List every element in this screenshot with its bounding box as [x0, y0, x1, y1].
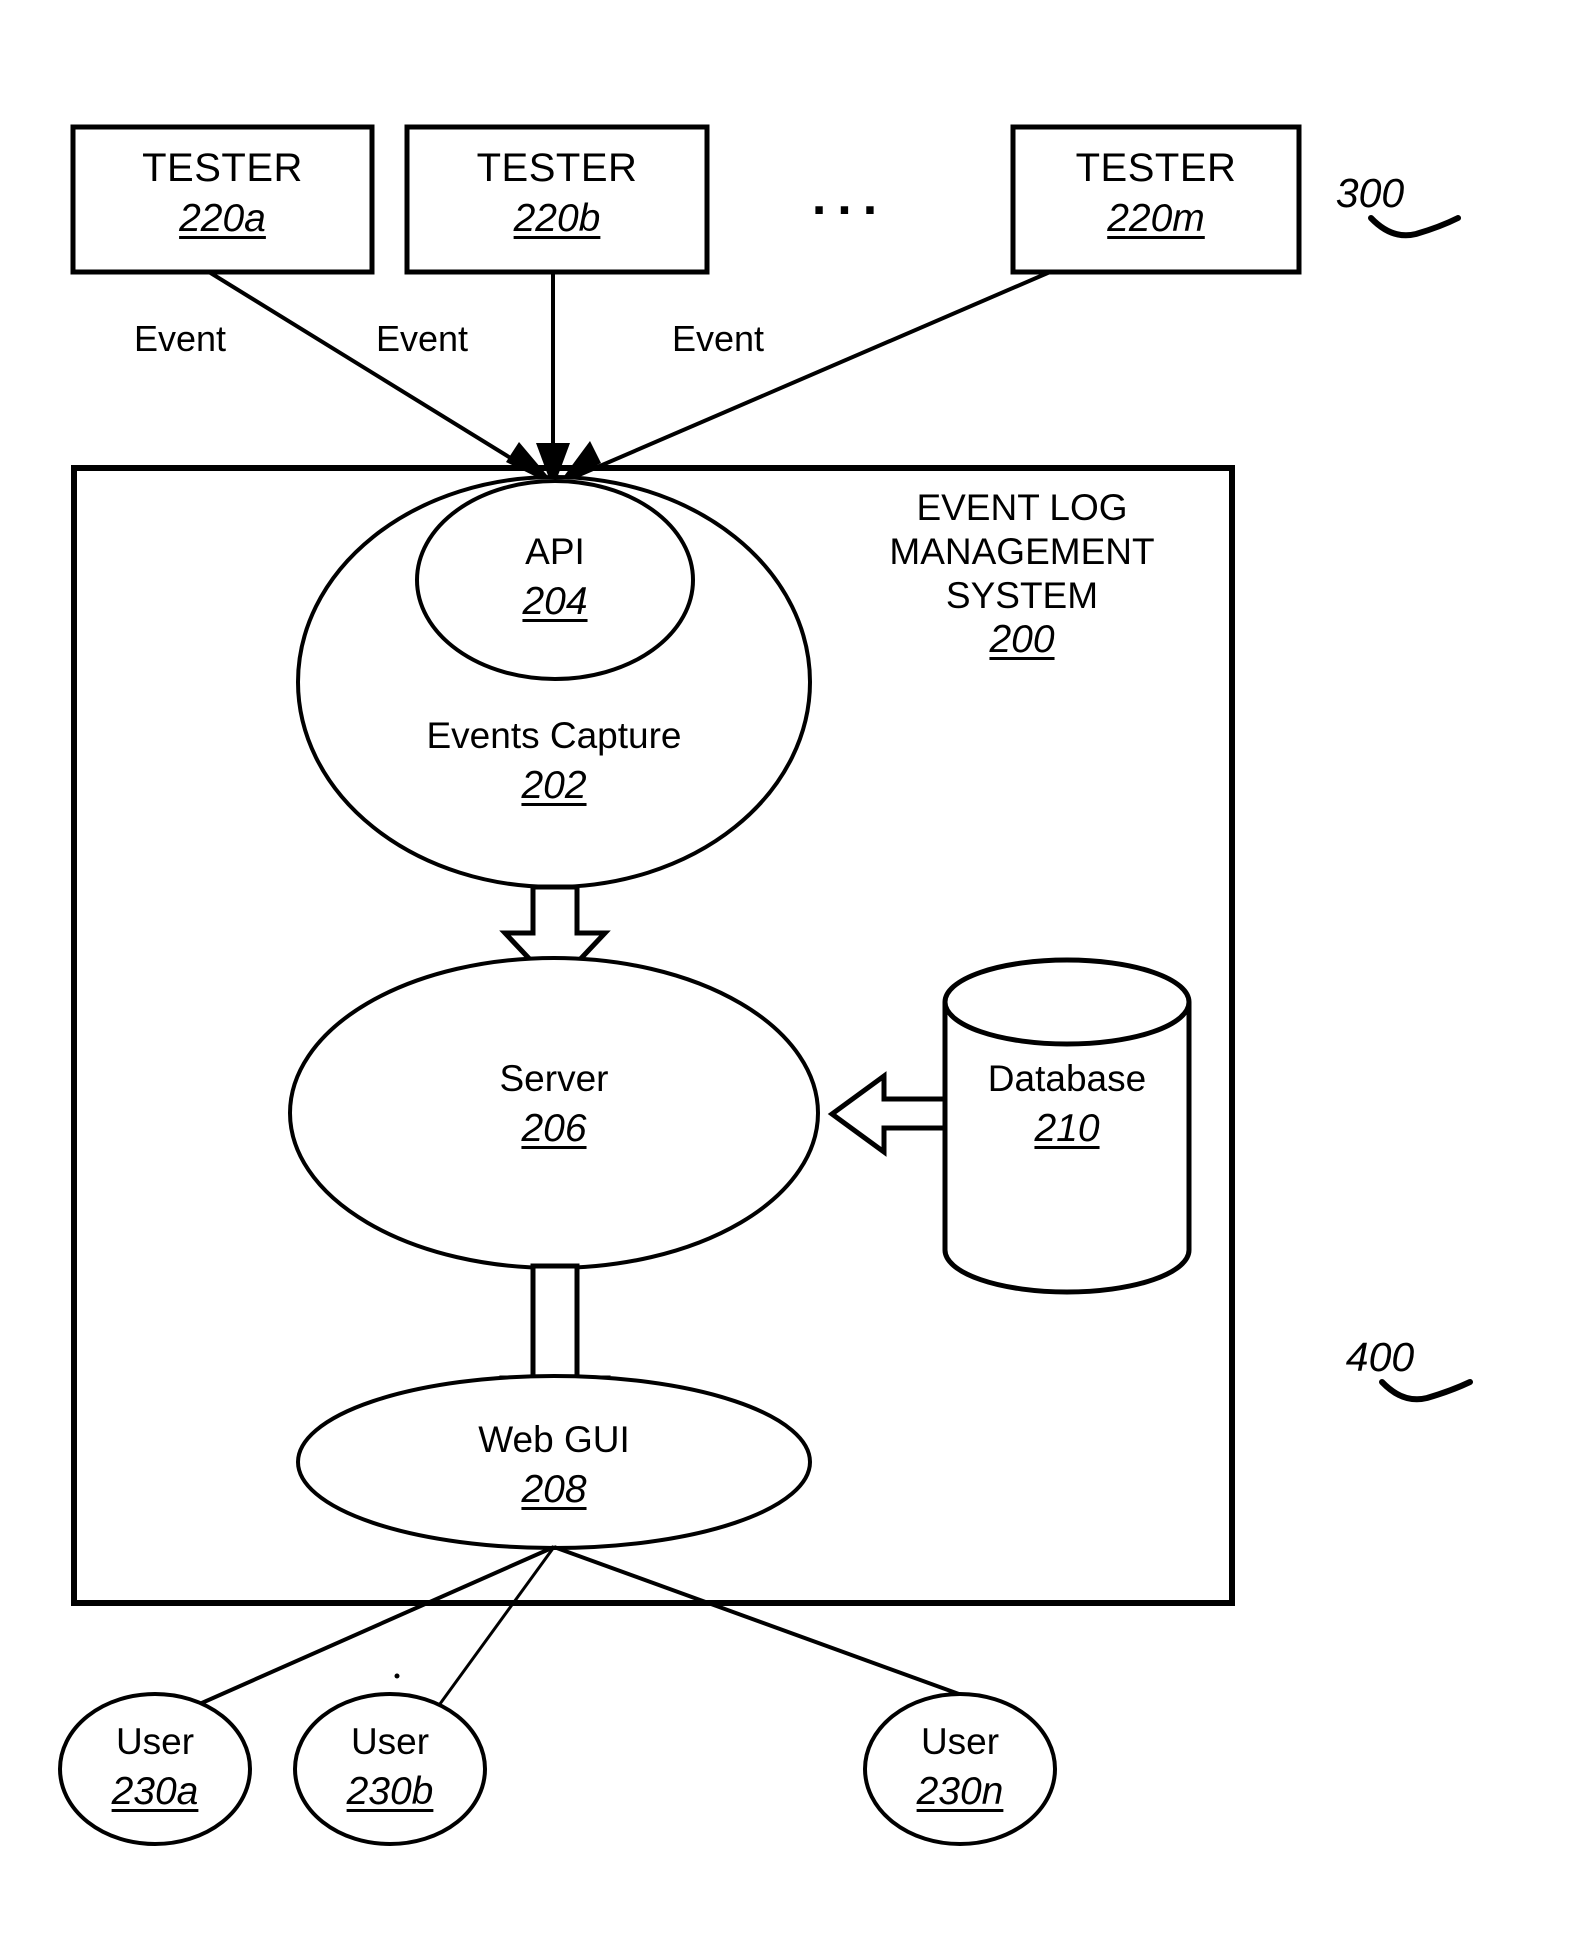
web-gui-label: Web GUI: [478, 1419, 630, 1460]
tester-label-220b: TESTER: [476, 146, 638, 190]
event-label-220b: Event: [375, 318, 469, 359]
database-label: Database: [987, 1058, 1147, 1099]
user-ellipse-230b: [293, 1692, 487, 1846]
ref-300-squiggle: [1368, 215, 1461, 239]
figure-ref-400: 400: [1345, 1334, 1415, 1380]
user-ref-230n: 230n: [916, 1770, 1004, 1813]
user-label-230a: User: [115, 1721, 195, 1762]
event-label-220a: Event: [133, 318, 227, 359]
api-ref-204: 204: [522, 580, 588, 623]
tester-ellipsis: ...: [811, 168, 889, 226]
event-line-220a: [207, 270, 557, 487]
events-capture-ref-202: 202: [521, 764, 587, 807]
tester-ref-220b: 220b: [513, 197, 601, 240]
scan-speck: [394, 1673, 400, 1679]
api-label: API: [525, 531, 585, 572]
user-ref-230a: 230a: [111, 1770, 199, 1813]
tester-ref-220m: 220m: [1107, 197, 1205, 240]
server-ref-206: 206: [521, 1107, 587, 1150]
web-gui-ellipse: [296, 1374, 812, 1550]
user-ellipse-230n: [863, 1692, 1057, 1846]
database-ref-210: 210: [1034, 1107, 1100, 1150]
diagram-vector-layer: [58, 124, 1473, 1846]
user-ellipse-230a: [58, 1692, 252, 1846]
server-label: Server: [499, 1058, 609, 1099]
system-title-line1: EVENT LOG: [916, 487, 1128, 528]
event-line-220m: [556, 270, 1051, 487]
user-label-230b: User: [350, 1721, 430, 1762]
system-ref-200: 200: [989, 618, 1055, 661]
user-label-230n: User: [920, 1721, 1000, 1762]
web-gui-ref-208: 208: [521, 1468, 587, 1511]
event-label-220m: Event: [671, 318, 765, 359]
events-capture-label: Events Capture: [426, 715, 682, 756]
tester-label-220m: TESTER: [1075, 146, 1237, 190]
system-title-line3: SYSTEM: [945, 575, 1099, 616]
figure-ref-300: 300: [1335, 170, 1405, 216]
ref-400-squiggle: [1379, 1379, 1473, 1403]
link-webgui-user-230n: [553, 1545, 1004, 1712]
tester-label-220a: TESTER: [142, 146, 303, 190]
tester-ref-220a: 220a: [179, 197, 266, 240]
figure-canvas: TESTER 220a TESTER 220b ... TESTER 220m …: [0, 0, 1592, 1957]
link-webgui-user-230a: [194, 1545, 555, 1708]
user-ref-230b: 230b: [346, 1770, 434, 1813]
event-line-220b: [536, 272, 570, 489]
system-title-line2: MANAGEMENT: [889, 531, 1155, 572]
